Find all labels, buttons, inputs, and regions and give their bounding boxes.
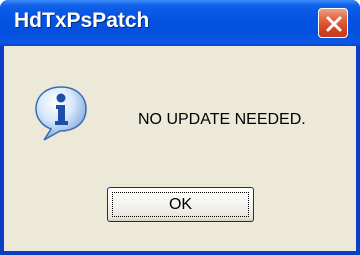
close-button[interactable]: [318, 8, 348, 38]
message-dialog: HdTxPsPatch NO UPDATE NEEDED. OK: [0, 0, 360, 255]
ok-button[interactable]: OK: [107, 187, 254, 222]
dialog-body: NO UPDATE NEEDED. OK: [4, 46, 356, 251]
info-icon: [35, 86, 87, 141]
close-icon: [326, 16, 342, 32]
ok-button-label: OK: [112, 192, 249, 217]
window-title: HdTxPsPatch: [14, 9, 150, 32]
title-bar[interactable]: HdTxPsPatch: [0, 0, 360, 46]
message-text: NO UPDATE NEEDED.: [138, 111, 306, 128]
